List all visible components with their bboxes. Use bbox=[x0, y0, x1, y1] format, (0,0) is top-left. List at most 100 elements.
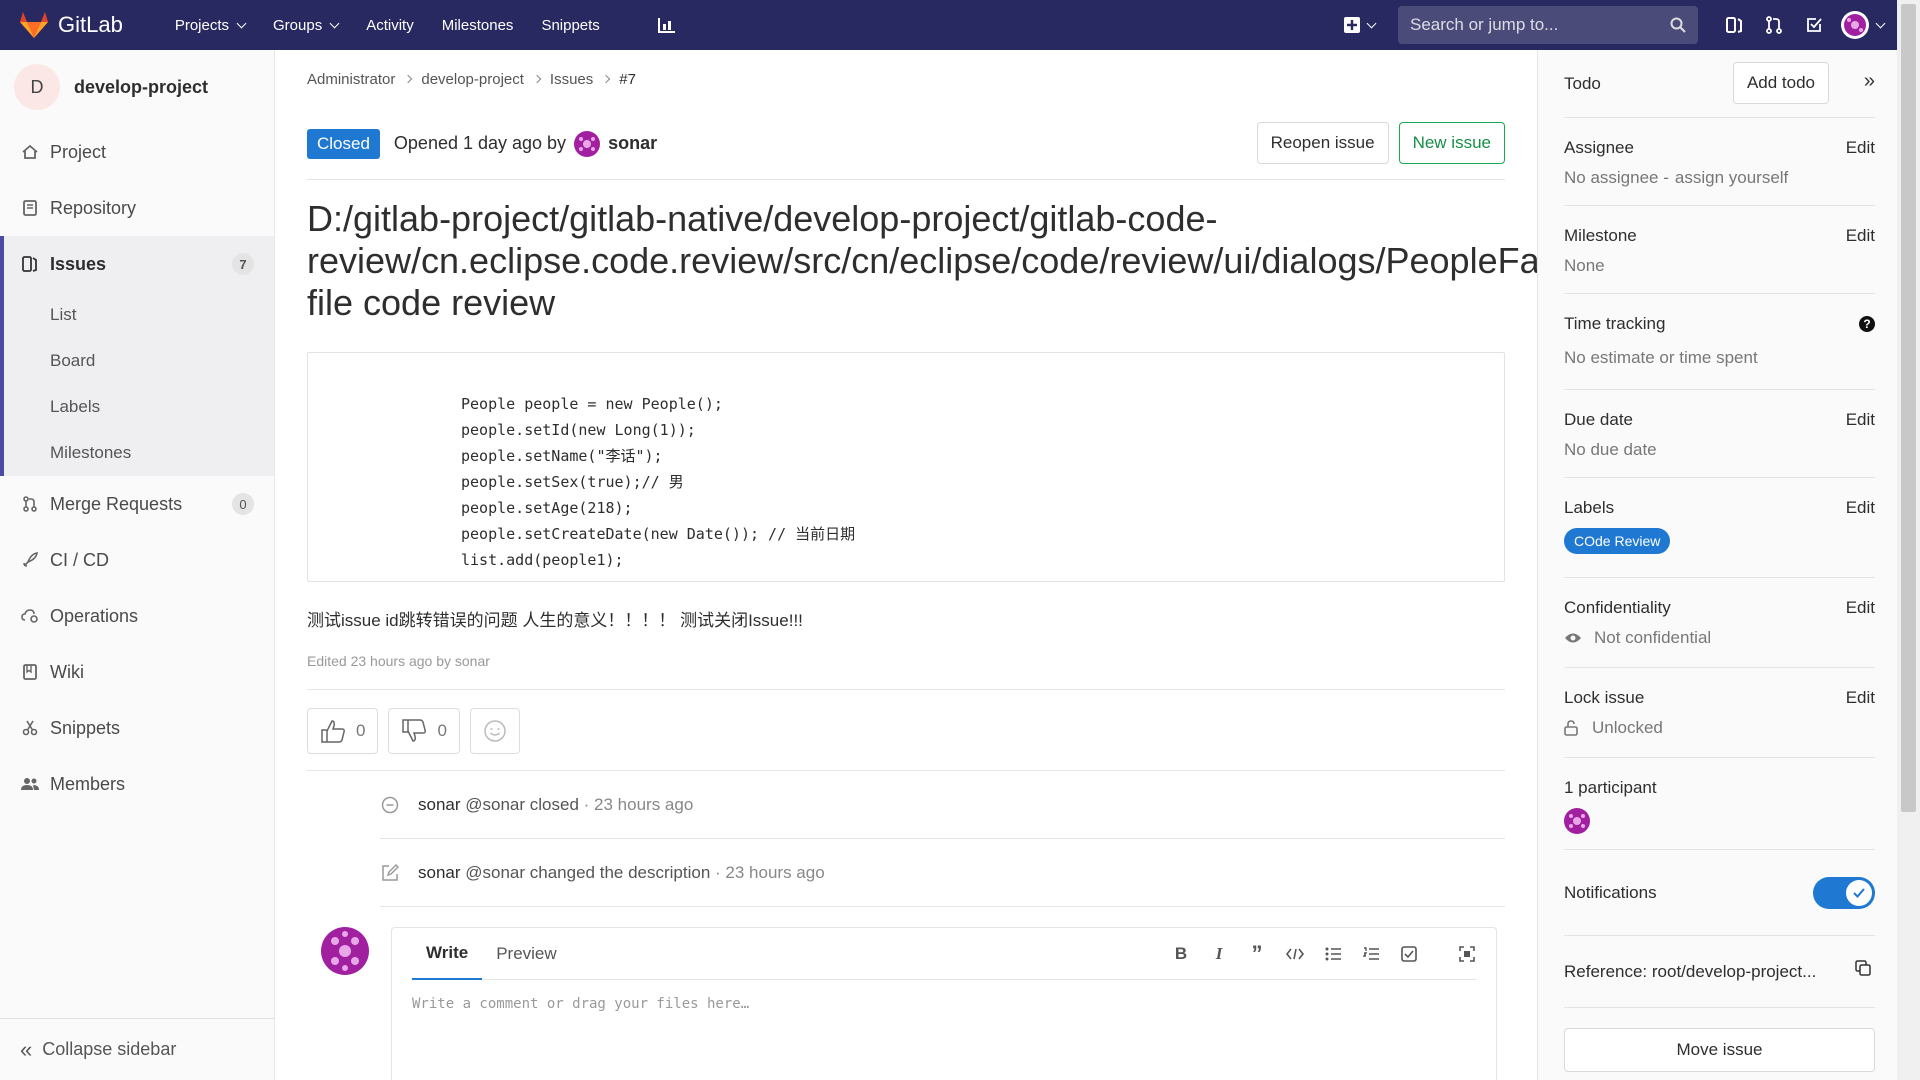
tab-write[interactable]: Write bbox=[412, 928, 483, 980]
thumbs-down-button[interactable]: 0 bbox=[388, 708, 460, 754]
current-user-avatar[interactable] bbox=[321, 927, 369, 975]
search-icon bbox=[1670, 17, 1686, 33]
search-input[interactable]: Search or jump to... bbox=[1398, 6, 1698, 44]
due-date-value: No due date bbox=[1564, 440, 1657, 459]
chart-icon[interactable] bbox=[644, 17, 690, 34]
nav-milestones[interactable]: Milestones bbox=[428, 17, 528, 34]
sidebar-item-snippets[interactable]: Snippets bbox=[0, 700, 274, 756]
participant-avatar[interactable] bbox=[1564, 808, 1590, 834]
new-dropdown-plus-icon[interactable] bbox=[1334, 5, 1384, 45]
sidebar-item-ci-cd[interactable]: CI / CD bbox=[0, 532, 274, 588]
sidebar-item-repository[interactable]: Repository bbox=[0, 180, 274, 236]
lock-issue-edit-link[interactable]: Edit bbox=[1846, 688, 1875, 708]
confidentiality-value: Not confidential bbox=[1594, 628, 1712, 647]
sidebar-item-operations[interactable]: Operations bbox=[0, 588, 274, 644]
breadcrumb-current[interactable]: #7 bbox=[619, 71, 636, 88]
nav-groups[interactable]: Groups bbox=[259, 17, 352, 34]
sidebar-subitem-labels[interactable]: Labels bbox=[4, 384, 274, 430]
comment-textarea[interactable]: Write a comment or drag your files here… bbox=[412, 996, 1476, 1012]
label-pill[interactable]: COde Review bbox=[1564, 528, 1671, 554]
gitlab-logo[interactable]: GitLab bbox=[20, 12, 123, 38]
code-icon[interactable] bbox=[1286, 945, 1304, 963]
nav-activity[interactable]: Activity bbox=[352, 17, 428, 34]
question-circle-icon[interactable]: ? bbox=[1859, 316, 1875, 332]
sidebar-item-merge-requests[interactable]: Merge Requests 0 bbox=[0, 476, 274, 532]
scrollbar-thumb[interactable] bbox=[1901, 4, 1916, 812]
time-tracking-section: Time tracking ? No estimate or time spen… bbox=[1564, 294, 1875, 390]
confidentiality-edit-link[interactable]: Edit bbox=[1846, 598, 1875, 618]
bold-icon[interactable]: B bbox=[1172, 944, 1190, 963]
chevron-right-icon bbox=[404, 74, 413, 84]
due-date-edit-link[interactable]: Edit bbox=[1846, 410, 1875, 430]
sidebar-item-issues[interactable]: Issues 7 bbox=[4, 236, 274, 292]
home-icon bbox=[20, 142, 40, 162]
thumbs-down-icon bbox=[402, 719, 427, 742]
confidentiality-section: Confidentiality Edit Not confidential bbox=[1564, 578, 1875, 668]
sidebar-subitem-board[interactable]: Board bbox=[4, 338, 274, 384]
sidebar-item-wiki[interactable]: Wiki bbox=[0, 644, 274, 700]
add-reaction-button[interactable] bbox=[469, 708, 520, 754]
issue-description: 测试issue id跳转错误的问题 人生的意义！！！！ 测试关闭Issue!!! bbox=[307, 611, 803, 630]
breadcrumb-item[interactable]: Administrator bbox=[307, 71, 395, 88]
note-author[interactable]: sonar bbox=[418, 863, 461, 883]
reopen-issue-button[interactable]: Reopen issue bbox=[1256, 122, 1389, 164]
merge-request-icon bbox=[20, 494, 40, 514]
page-scrollbar[interactable] bbox=[1897, 0, 1920, 1080]
project-header[interactable]: D develop-project bbox=[0, 50, 274, 124]
merge-requests-nav-icon[interactable] bbox=[1754, 5, 1794, 45]
sidebar-subitem-milestones[interactable]: Milestones bbox=[4, 430, 274, 476]
lock-issue-value: Unlocked bbox=[1592, 718, 1663, 737]
note-time: · 23 hours ago bbox=[715, 862, 825, 882]
milestone-edit-link[interactable]: Edit bbox=[1846, 226, 1875, 246]
numbered-list-icon[interactable] bbox=[1362, 945, 1380, 963]
issues-nav-icon[interactable] bbox=[1714, 5, 1754, 45]
task-list-icon[interactable] bbox=[1400, 945, 1418, 963]
opened-by: Opened 1 day ago by sonar bbox=[394, 130, 657, 157]
assignee-edit-link[interactable]: Edit bbox=[1846, 138, 1875, 158]
collapse-sidebar-button[interactable]: « Collapse sidebar bbox=[0, 1018, 274, 1080]
award-emoji-bar: 0 0 bbox=[307, 708, 1505, 771]
add-todo-button[interactable]: Add todo bbox=[1732, 62, 1829, 104]
unlock-icon bbox=[1564, 720, 1578, 736]
status-closed-icon bbox=[380, 796, 400, 814]
assign-yourself-link[interactable]: assign yourself bbox=[1675, 168, 1788, 188]
notifications-title: Notifications bbox=[1564, 882, 1657, 902]
todos-nav-icon[interactable] bbox=[1794, 5, 1834, 45]
comment-form: Write Preview B I ” Write a comment or d… bbox=[307, 927, 1505, 1080]
sidebar-item-project[interactable]: Project bbox=[0, 124, 274, 180]
nav-projects[interactable]: Projects bbox=[161, 17, 259, 34]
quote-icon[interactable]: ” bbox=[1248, 941, 1266, 966]
fullscreen-icon[interactable] bbox=[1458, 945, 1476, 963]
todo-label: Todo bbox=[1564, 73, 1601, 93]
edited-info: Edited 23 hours ago by sonar bbox=[307, 653, 1505, 690]
italic-icon[interactable]: I bbox=[1210, 944, 1228, 963]
user-avatar-menu[interactable] bbox=[1834, 5, 1890, 45]
new-issue-button[interactable]: New issue bbox=[1398, 122, 1505, 164]
eye-icon bbox=[1565, 633, 1581, 643]
pencil-square-icon bbox=[380, 863, 400, 882]
thumbs-up-icon bbox=[321, 720, 345, 743]
tab-preview[interactable]: Preview bbox=[482, 928, 570, 980]
rocket-icon bbox=[20, 550, 40, 570]
editor-tabs: Write Preview B I ” bbox=[412, 928, 1476, 980]
labels-edit-link[interactable]: Edit bbox=[1846, 498, 1875, 518]
author-avatar[interactable] bbox=[574, 130, 601, 157]
sidebar-subitem-list[interactable]: List bbox=[4, 292, 274, 338]
breadcrumb-item[interactable]: develop-project bbox=[421, 71, 524, 88]
nav-snippets[interactable]: Snippets bbox=[527, 17, 613, 34]
copy-icon[interactable] bbox=[1855, 960, 1871, 981]
breadcrumb-item[interactable]: Issues bbox=[550, 71, 593, 88]
sidebar-item-members[interactable]: Members bbox=[0, 756, 274, 812]
move-issue-button[interactable]: Move issue bbox=[1564, 1028, 1875, 1072]
issue-title: D:/gitlab-project/gitlab-native/develop-… bbox=[307, 198, 1537, 323]
collapse-right-sidebar-icon[interactable]: » bbox=[1864, 70, 1875, 93]
bullet-list-icon[interactable] bbox=[1324, 945, 1342, 963]
thumbs-up-button[interactable]: 0 bbox=[307, 708, 379, 754]
issue-header: Closed Opened 1 day ago by sonar Reopen … bbox=[307, 108, 1505, 180]
comment-editor: Write Preview B I ” Write a comment or d… bbox=[391, 927, 1497, 1080]
notifications-toggle[interactable] bbox=[1813, 876, 1875, 909]
note-author[interactable]: sonar bbox=[418, 795, 461, 815]
milestone-title: Milestone bbox=[1564, 226, 1637, 245]
chevron-down-icon bbox=[329, 18, 340, 28]
author-link[interactable]: sonar bbox=[608, 133, 657, 154]
